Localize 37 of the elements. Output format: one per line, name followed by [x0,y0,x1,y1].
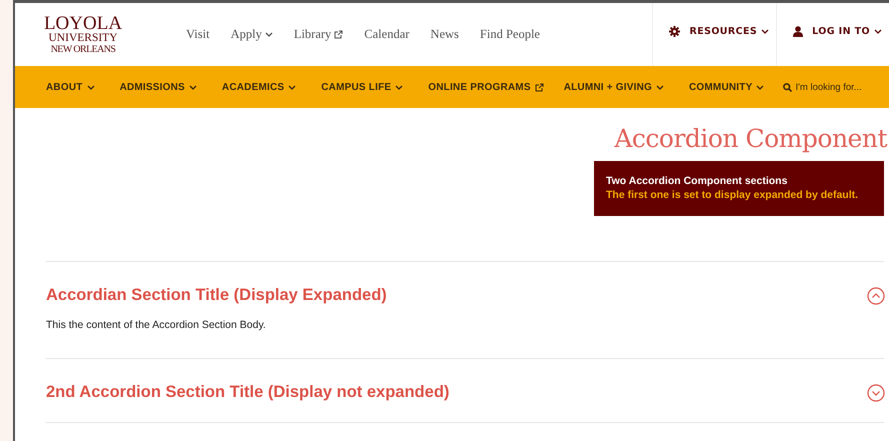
nav-item[interactable]: COMMUNITY [689,82,764,92]
nav-item[interactable]: ACADEMICS [222,82,296,92]
person-icon [793,26,804,37]
notice-heading: Two Accordion Component sections [606,174,788,188]
notice-text: The first one is set to display expanded by default. [606,188,860,202]
external-link-icon [334,30,344,39]
nav-item[interactable]: CAMPUS LIFE [321,82,404,92]
utility-link[interactable]: Find People [480,27,540,42]
nav-item[interactable]: ABOUT [46,82,95,92]
accordion-body: This the content of the Accordion Section Body. [46,319,267,331]
accordion-title[interactable]: 2nd Accordion Section Title (Display not expanded) [46,383,450,402]
page-title: Accordion Component [614,124,887,153]
collapse-icon[interactable] [867,286,885,304]
external-link-icon [534,82,544,92]
caret-icon [761,29,770,34]
utility-link[interactable]: News [430,27,459,42]
caret-icon [264,32,273,37]
utility-link[interactable]: Visit [186,27,210,42]
search-field[interactable]: I'm looking for... [783,82,878,92]
caret-icon [656,84,664,90]
nav-item[interactable]: ADMISSIONS [120,82,197,92]
caret-icon [86,84,95,90]
caret-icon [188,84,197,90]
utility-link[interactable]: Calendar [364,27,410,42]
accordion-title[interactable]: Accordian Section Title (Display Expanded) [46,286,387,305]
caret-icon [756,84,764,90]
utility-link[interactable]: Apply [230,27,273,42]
search-icon [783,82,792,92]
expand-icon[interactable] [867,384,885,402]
nav-item[interactable]: ALUMNI + GIVING [564,82,664,92]
caret-icon [288,84,296,90]
gear-icon [669,26,680,37]
utility-link[interactable]: Library [294,27,344,42]
caret-icon [395,84,404,90]
university-logo[interactable]: LOYOLA UNIVERSITY NEW ORLEANS [46,14,120,55]
nav-item[interactable]: ONLINE PROGRAMS [428,82,544,92]
caret-icon [874,29,882,34]
